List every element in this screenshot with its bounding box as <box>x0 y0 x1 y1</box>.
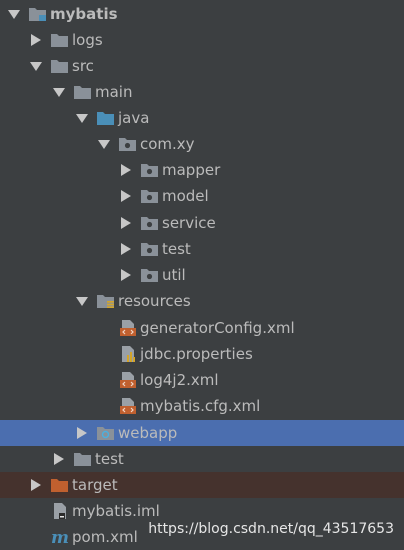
source-folder-icon <box>96 105 118 131</box>
tree-row-src[interactable]: src <box>0 53 404 79</box>
xml-file-icon <box>118 315 140 341</box>
maven-icon: m <box>50 524 72 550</box>
tree-label: util <box>162 266 186 284</box>
tree-label: jdbc.properties <box>140 345 253 363</box>
resources-folder-icon <box>96 288 118 314</box>
chevron-right-icon[interactable] <box>118 183 134 209</box>
tree-row-test-folder[interactable]: test <box>0 446 404 472</box>
chevron-right-icon[interactable] <box>118 236 134 262</box>
tree-row-resources[interactable]: resources <box>0 288 404 314</box>
tree-label: service <box>162 214 216 232</box>
package-icon <box>118 131 140 157</box>
tree-label: generatorConfig.xml <box>140 319 295 337</box>
tree-label: log4j2.xml <box>140 371 219 389</box>
properties-file-icon <box>118 341 140 367</box>
chevron-right-icon[interactable] <box>51 446 67 472</box>
tree-label: mapper <box>162 161 221 179</box>
tree-row-main[interactable]: main <box>0 79 404 105</box>
chevron-right-icon[interactable] <box>118 262 134 288</box>
tree-label: logs <box>72 31 103 49</box>
tree-label: resources <box>118 292 191 310</box>
folder-icon <box>50 53 72 79</box>
tree-row-generatorconfig-xml[interactable]: generatorConfig.xml <box>0 315 404 341</box>
package-icon <box>140 210 162 236</box>
tree-label: test <box>95 450 124 468</box>
tree-label: mybatis.cfg.xml <box>140 397 261 415</box>
tree-row-model[interactable]: model <box>0 183 404 209</box>
project-tree: mybatis logs src main java com.xy mapper <box>0 0 404 550</box>
xml-file-icon <box>118 393 140 419</box>
package-icon <box>140 183 162 209</box>
chevron-right-icon[interactable] <box>74 420 90 446</box>
tree-row-logs[interactable]: logs <box>0 27 404 53</box>
tree-label: webapp <box>118 424 178 442</box>
tree-row-service[interactable]: service <box>0 210 404 236</box>
chevron-down-icon[interactable] <box>28 53 44 79</box>
folder-icon <box>73 446 95 472</box>
chevron-down-icon[interactable] <box>51 79 67 105</box>
package-icon <box>140 262 162 288</box>
folder-icon <box>73 79 95 105</box>
chevron-down-icon[interactable] <box>74 288 90 314</box>
chevron-down-icon[interactable] <box>96 131 112 157</box>
tree-label: test <box>162 240 191 258</box>
tree-label: model <box>162 187 209 205</box>
tree-row-jdbc-properties[interactable]: jdbc.properties <box>0 341 404 367</box>
tree-label: mybatis <box>50 5 118 23</box>
svg-text:m: m <box>51 528 69 546</box>
tree-label: target <box>72 476 118 494</box>
tree-row-util[interactable]: util <box>0 262 404 288</box>
iml-file-icon <box>50 498 72 524</box>
folder-icon <box>50 27 72 53</box>
tree-row-com-xy[interactable]: com.xy <box>0 131 404 157</box>
tree-row-log4j2-xml[interactable]: log4j2.xml <box>0 367 404 393</box>
excluded-folder-icon <box>50 472 72 498</box>
chevron-down-icon[interactable] <box>6 1 22 27</box>
chevron-right-icon[interactable] <box>28 27 44 53</box>
watermark: https://blog.csdn.net/qq_43517653 <box>148 521 394 537</box>
xml-file-icon <box>118 367 140 393</box>
tree-label: main <box>95 83 133 101</box>
module-folder-icon <box>28 1 50 27</box>
chevron-right-icon[interactable] <box>28 472 44 498</box>
tree-row-java[interactable]: java <box>0 105 404 131</box>
tree-label: src <box>72 57 94 75</box>
chevron-down-icon[interactable] <box>74 105 90 131</box>
package-icon <box>140 236 162 262</box>
tree-label: java <box>118 109 150 127</box>
tree-row-test-package[interactable]: test <box>0 236 404 262</box>
tree-row-mybatis-cfg-xml[interactable]: mybatis.cfg.xml <box>0 393 404 419</box>
tree-row-webapp[interactable]: webapp <box>0 420 404 446</box>
tree-label: com.xy <box>140 135 195 153</box>
chevron-right-icon[interactable] <box>118 210 134 236</box>
tree-row-mapper[interactable]: mapper <box>0 157 404 183</box>
package-icon <box>140 157 162 183</box>
tree-row-mybatis[interactable]: mybatis <box>0 1 404 27</box>
tree-label: pom.xml <box>72 528 138 546</box>
chevron-right-icon[interactable] <box>118 157 134 183</box>
web-folder-icon <box>96 420 118 446</box>
tree-row-target[interactable]: target <box>0 472 404 498</box>
tree-label: mybatis.iml <box>72 502 160 520</box>
